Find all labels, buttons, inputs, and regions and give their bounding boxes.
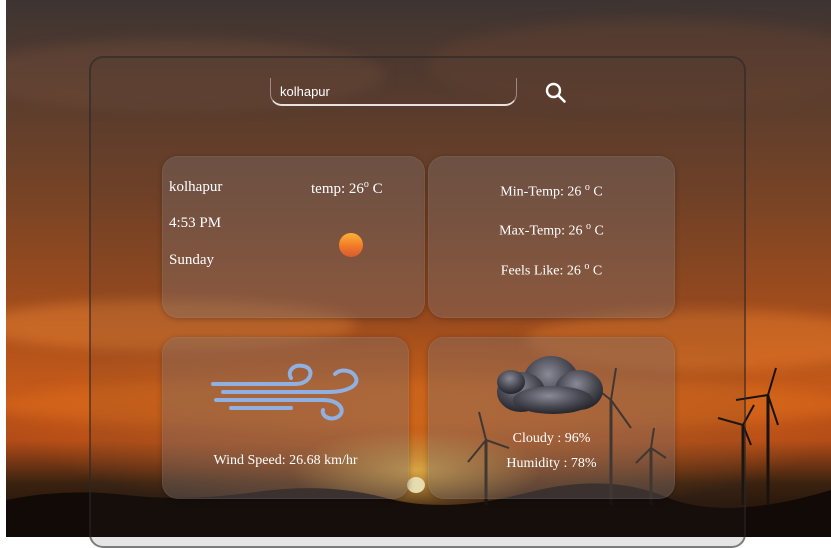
local-time: 4:53 PM xyxy=(169,215,222,231)
search-input[interactable] xyxy=(280,82,505,100)
max-temp-value: Max-Temp: 26 xyxy=(499,223,583,239)
max-temp: Max-Temp: 26 o C xyxy=(429,221,674,240)
city-name: kolhapur xyxy=(169,179,223,195)
current-temp-value: temp: 26 xyxy=(311,181,364,197)
wind-speed: Wind Speed: 26.68 km/hr xyxy=(213,453,358,468)
max-temp-unit: C xyxy=(594,223,604,239)
clouds-card: Cloudy : 96% Humidity : 78% xyxy=(428,337,675,499)
search-icon xyxy=(545,82,566,103)
search-bar xyxy=(270,78,517,106)
temp-unit: C xyxy=(372,181,383,197)
cloud-icon xyxy=(497,356,603,414)
current-weather-card: kolhapur temp: 26o C 4:53 PM Sunday xyxy=(162,156,425,318)
degree-symbol: o xyxy=(584,182,590,193)
min-temp-unit: C xyxy=(593,184,603,200)
temperature-details-card: Min-Temp: 26 o C Max-Temp: 26 o C Feels … xyxy=(428,156,675,318)
min-temp-value: Min-Temp: 26 xyxy=(500,184,582,200)
sun-icon xyxy=(339,233,363,257)
feels-like-unit: C xyxy=(592,263,603,279)
min-temp: Min-Temp: 26 o C xyxy=(429,182,674,201)
humidity: Humidity : 78% xyxy=(506,456,597,471)
search-button[interactable] xyxy=(543,80,569,106)
day-of-week: Sunday xyxy=(169,252,214,268)
wind-icon xyxy=(211,363,359,421)
feels-like: Feels Like: 26 o C xyxy=(429,261,674,280)
feels-like-value: Feels Like: 26 xyxy=(500,263,581,279)
wind-card: Wind Speed: 26.68 km/hr xyxy=(162,337,409,499)
cloudiness: Cloudy : 96% xyxy=(512,431,591,446)
degree-symbol: o xyxy=(584,261,590,272)
current-temp: temp: 26o C xyxy=(311,179,383,198)
degree-symbol: o xyxy=(586,221,592,232)
degree-symbol: o xyxy=(363,179,369,190)
